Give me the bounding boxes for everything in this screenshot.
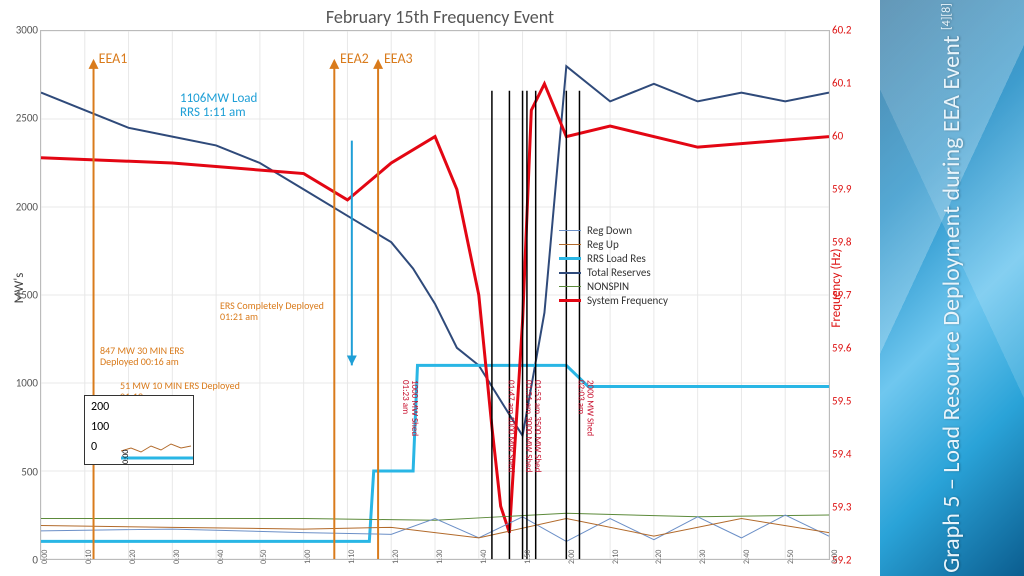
- xtick: 1:00: [303, 550, 313, 564]
- ytick-right: 59.9: [832, 183, 852, 196]
- xtick: 2:20: [654, 550, 664, 564]
- ytick-right: 60: [832, 130, 843, 143]
- ytick-right: 60.2: [832, 24, 852, 37]
- xtick: 1:30: [435, 550, 445, 564]
- ytick-left: 0: [32, 554, 38, 567]
- shed-event-label: 1000 MW Shed: [409, 380, 419, 436]
- eea-marker-label: EEA1: [99, 50, 128, 67]
- xtick: 0:50: [259, 550, 269, 564]
- xtick: 1:10: [347, 550, 357, 564]
- chart-inset: 200 100 0 0:00: [84, 395, 194, 465]
- ytick-right: 59.5: [832, 395, 852, 408]
- legend-item: NONSPIN: [559, 280, 668, 293]
- xtick: 1:50: [523, 550, 533, 564]
- shed-event-label: 01:47 am 1000 MW Shed: [506, 380, 516, 472]
- xtick: 0:20: [128, 550, 138, 564]
- xtick: 0:40: [216, 550, 226, 564]
- legend-item: RRS Load Res: [559, 252, 668, 265]
- xtick: 2:40: [742, 550, 752, 564]
- legend-item: Total Reserves: [559, 266, 668, 279]
- ytick-left: 2500: [16, 112, 38, 125]
- xtick: 0:30: [172, 550, 182, 564]
- xtick: 1:40: [479, 550, 489, 564]
- ytick-left: 500: [21, 465, 38, 478]
- annotation-ers-847: 847 MW 30 MIN ERS Deployed 00:16 am: [100, 345, 220, 367]
- xtick: 2:00: [567, 550, 577, 564]
- shed-event-label: 01:53 am 3500 MW Shed: [532, 380, 542, 472]
- xtick: 2:50: [786, 550, 796, 564]
- chart-area: February 15th Frequency Event MW's Frequ…: [0, 0, 880, 576]
- ytick-right: 59.7: [832, 289, 852, 302]
- xtick: 2:30: [698, 550, 708, 564]
- xtick: 0:10: [84, 550, 94, 564]
- xtick: 1:20: [391, 550, 401, 564]
- chart-legend: Reg DownReg UpRRS Load ResTotal Reserves…: [555, 220, 672, 312]
- legend-item: System Frequency: [559, 294, 668, 307]
- ytick-left: 1500: [16, 289, 38, 302]
- ytick-left: 1000: [16, 377, 38, 390]
- ytick-right: 59.3: [832, 501, 852, 514]
- ytick-right: 59.6: [832, 342, 852, 355]
- xtick: 3:00: [830, 550, 840, 564]
- ytick-right: 59.4: [832, 448, 852, 461]
- chart-title: February 15th Frequency Event: [0, 6, 880, 28]
- shed-event-label: 2000 MW Shed: [585, 380, 595, 436]
- side-panel: Graph 5 – Load Resource Deployment durin…: [880, 0, 1024, 576]
- legend-item: Reg Down: [559, 224, 668, 237]
- annotation-ers-complete: ERS Completely Deployed 01:21 am: [220, 300, 340, 322]
- eea-marker-label: EEA3: [384, 50, 413, 67]
- side-panel-title: Graph 5 – Load Resource Deployment durin…: [938, 3, 967, 573]
- legend-item: Reg Up: [559, 238, 668, 251]
- annotation-load-rrs: 1106MW Load RRS 1:11 am: [180, 92, 270, 121]
- ytick-left: 3000: [16, 24, 38, 37]
- ytick-left: 2000: [16, 200, 38, 213]
- eea-marker-label: EEA2: [340, 50, 369, 67]
- xtick: 2:10: [611, 550, 621, 564]
- chart-plot: [40, 30, 830, 560]
- slide-root: February 15th Frequency Event MW's Frequ…: [0, 0, 1024, 576]
- xtick: 0:00: [40, 550, 50, 564]
- ytick-right: 60.1: [832, 77, 852, 90]
- ytick-right: 59.8: [832, 236, 852, 249]
